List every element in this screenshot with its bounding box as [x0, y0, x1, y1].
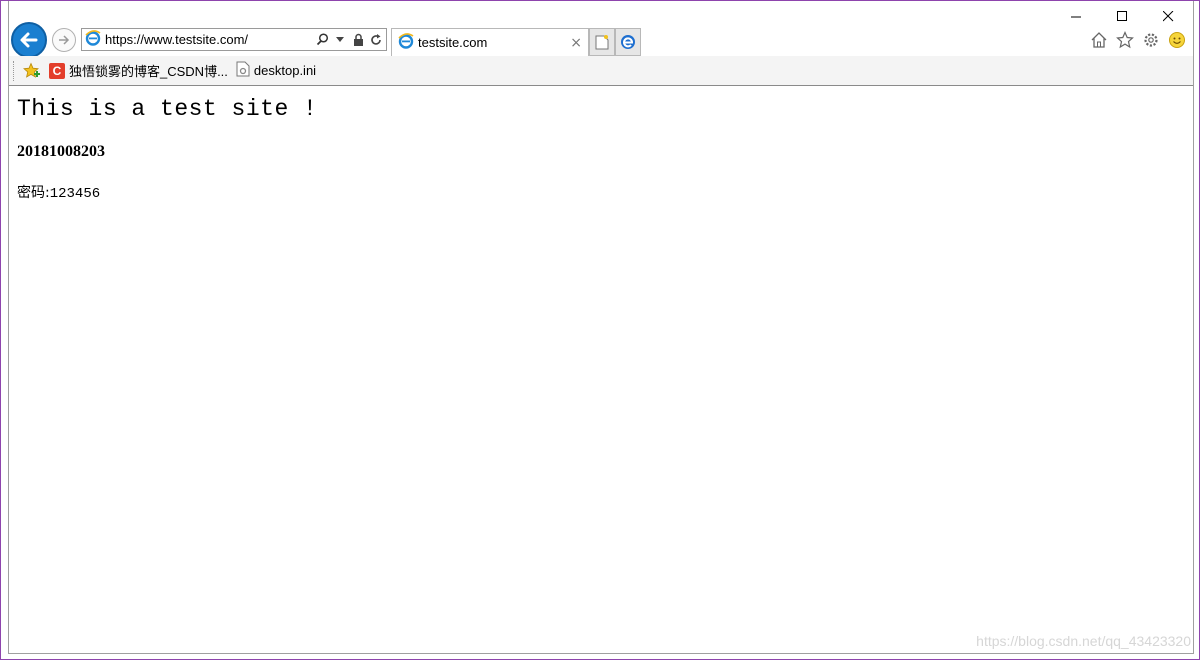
password-line: 密码:123456: [17, 182, 100, 202]
back-button[interactable]: [11, 22, 47, 58]
page-heading: This is a test site !: [17, 96, 318, 122]
password-value: 123456: [49, 186, 101, 202]
close-icon: [1162, 10, 1173, 21]
ie-icon: [85, 29, 101, 50]
page-content: This is a test site ! 20181008203 密码:123…: [9, 87, 1193, 653]
favorite-item-label: desktop.ini: [253, 63, 317, 78]
search-icon[interactable]: [315, 32, 329, 48]
tab-close-button[interactable]: ×: [570, 35, 582, 51]
address-tools: [315, 32, 383, 48]
new-tab-icon: [595, 35, 609, 50]
navigation-bar: testsite.com ×: [9, 21, 1193, 58]
maximize-icon: [1116, 10, 1127, 21]
new-tab-button[interactable]: [589, 28, 615, 56]
refresh-icon[interactable]: [369, 32, 383, 48]
browser-window: testsite.com ×: [0, 0, 1200, 660]
home-icon[interactable]: [1089, 30, 1109, 50]
page-subheading: 20181008203: [17, 143, 105, 160]
lock-icon[interactable]: [351, 32, 365, 48]
document-icon: [236, 61, 250, 80]
watermark: https://blog.csdn.net/qq_43423320: [976, 633, 1191, 649]
back-arrow-icon: [20, 32, 38, 48]
ie-icon: [398, 32, 414, 53]
favorite-item-desktop-ini[interactable]: desktop.ini: [236, 61, 316, 80]
star-icon[interactable]: [1115, 30, 1135, 50]
minimize-icon: [1070, 16, 1081, 17]
edge-icon: [621, 35, 635, 49]
forward-arrow-icon: [59, 35, 70, 45]
favorite-item-csdn[interactable]: C 独悟锁雾的博客_CSDN博...: [49, 61, 228, 80]
favorites-bar-grip[interactable]: [13, 60, 15, 81]
url-input[interactable]: [105, 32, 315, 47]
csdn-icon: C: [49, 62, 65, 79]
edge-button[interactable]: [615, 28, 641, 56]
address-bar[interactable]: [81, 28, 387, 51]
password-label: 密码:: [17, 185, 50, 201]
tab-testsite[interactable]: testsite.com ×: [391, 28, 589, 56]
favorite-item-label: 独悟锁雾的博客_CSDN博...: [69, 64, 228, 79]
chevron-down-icon[interactable]: [333, 32, 347, 48]
forward-button[interactable]: [52, 28, 76, 52]
add-favorites-star-icon[interactable]: [23, 61, 41, 80]
favorites-bar: C 独悟锁雾的博客_CSDN博... desktop.ini: [9, 56, 1193, 86]
smiley-icon[interactable]: [1167, 30, 1187, 50]
tab-title: testsite.com: [418, 35, 488, 50]
gear-icon[interactable]: [1141, 30, 1161, 50]
browser-tools: [1089, 30, 1187, 50]
